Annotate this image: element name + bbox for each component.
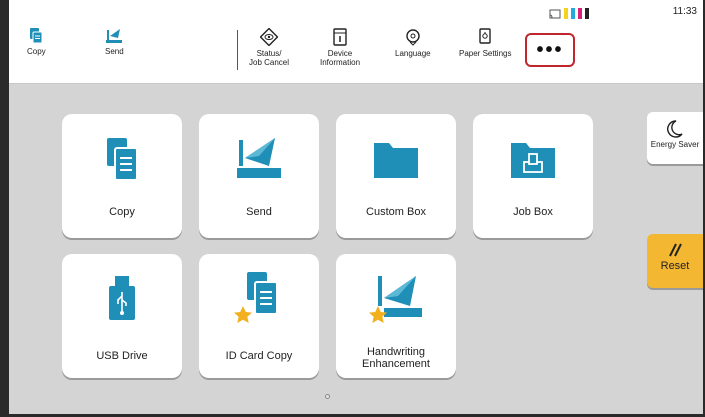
tile-copy[interactable]: Copy xyxy=(62,114,182,238)
status-indicators xyxy=(549,8,589,19)
paper-settings-icon xyxy=(479,28,491,44)
tile-custom-box[interactable]: Custom Box xyxy=(336,114,456,238)
language-icon xyxy=(406,29,420,46)
reset-button[interactable]: Reset xyxy=(647,234,703,288)
energy-saver-label: Energy Saver xyxy=(650,140,700,149)
tile-id-card-copy[interactable]: ID Card Copy xyxy=(199,254,319,378)
paper-settings-button[interactable]: Paper Settings xyxy=(459,28,511,58)
clock: 11:33 xyxy=(672,6,697,17)
status-job-cancel-button[interactable]: Status/ Job Cancel xyxy=(249,28,289,67)
copy-icon xyxy=(107,138,138,181)
quick-send-button[interactable]: Send xyxy=(105,28,124,56)
device-label-line2: Information xyxy=(320,58,361,67)
cast-icon xyxy=(549,9,561,18)
send-icon xyxy=(237,138,281,178)
tile-custom-box-label: Custom Box xyxy=(366,206,426,218)
status-label-line2: Job Cancel xyxy=(249,58,290,67)
reset-slash-icon xyxy=(669,243,682,257)
send-icon xyxy=(106,29,123,43)
tile-handwriting-enhancement-label: Handwriting Enhancement xyxy=(336,346,456,370)
energy-saver-button[interactable]: Energy Saver xyxy=(647,112,703,164)
status-label-line1: Status/ xyxy=(256,49,282,58)
device-information-icon xyxy=(333,28,347,46)
tile-usb-drive[interactable]: USB Drive xyxy=(62,254,182,378)
device-information-button[interactable]: Device Information xyxy=(320,28,360,67)
folder-icon xyxy=(374,143,418,178)
quick-access-bar: 11:33 Copy Send Status/ Job Cancel Devic… xyxy=(9,0,703,84)
device-label-line1: Device xyxy=(327,49,353,58)
handwriting-label-line1: Handwriting xyxy=(366,346,426,358)
more-options-button[interactable]: ••• xyxy=(525,33,575,67)
usb-icon xyxy=(109,276,135,320)
toner-black-icon xyxy=(585,8,589,19)
reset-label: Reset xyxy=(660,260,690,272)
quick-copy-label: Copy xyxy=(27,47,46,56)
quick-send-label: Send xyxy=(105,47,124,56)
id-card-copy-icon xyxy=(234,272,278,323)
toner-magenta-icon xyxy=(578,8,582,19)
language-label: Language xyxy=(395,49,431,58)
copy-icon xyxy=(30,28,43,44)
job-box-icon xyxy=(511,143,555,178)
home-screen: Copy Send Custom Box Job Box USB Drive I… xyxy=(9,84,703,414)
handwriting-label-line2: Enhancement xyxy=(362,358,430,370)
tile-usb-drive-label: USB Drive xyxy=(96,350,148,362)
tile-handwriting-enhancement[interactable]: Handwriting Enhancement xyxy=(336,254,456,378)
page-indicator[interactable] xyxy=(325,394,330,399)
tile-id-card-copy-label: ID Card Copy xyxy=(225,350,293,362)
device-bezel-left xyxy=(0,0,9,417)
tile-send[interactable]: Send xyxy=(199,114,319,238)
moon-icon xyxy=(667,120,683,138)
toner-yellow-icon xyxy=(564,8,568,19)
quick-copy-button[interactable]: Copy xyxy=(27,28,46,56)
quick-bar-divider xyxy=(237,30,238,70)
language-button[interactable]: Language xyxy=(395,28,431,58)
toner-cyan-icon xyxy=(571,8,575,19)
tile-job-box-label: Job Box xyxy=(513,206,553,218)
tile-send-label: Send xyxy=(246,206,272,218)
star-icon xyxy=(234,306,252,323)
handwriting-icon xyxy=(369,276,422,323)
paper-settings-label: Paper Settings xyxy=(459,49,512,58)
status-eye-icon xyxy=(260,28,279,46)
tile-job-box[interactable]: Job Box xyxy=(473,114,593,238)
tile-copy-label: Copy xyxy=(109,206,135,218)
